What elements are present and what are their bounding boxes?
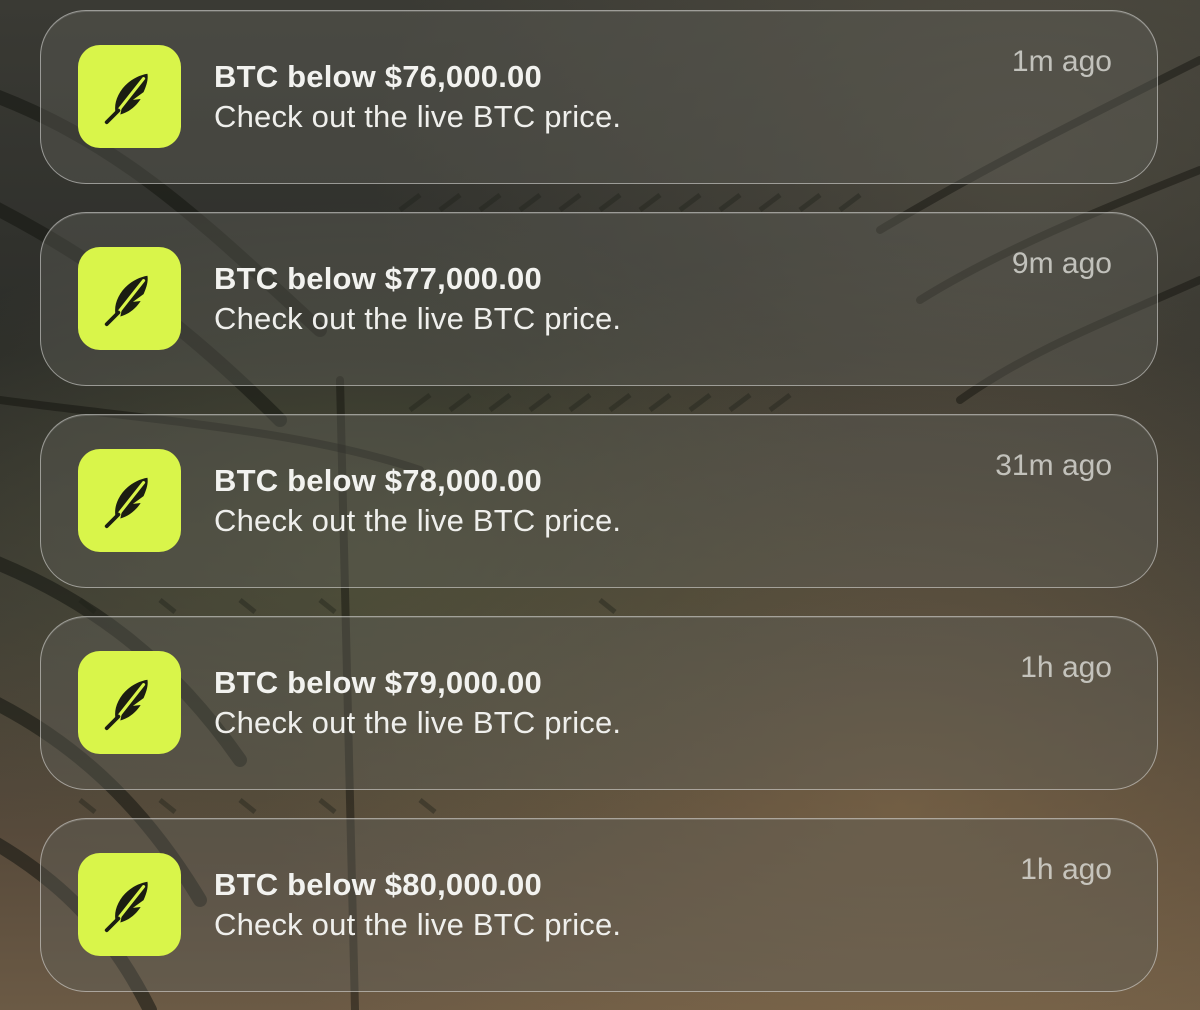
feather-icon [104,679,148,730]
notification-body: Check out the live BTC price. [214,301,622,336]
feather-icon [104,275,148,326]
feather-icon [104,477,148,528]
notification-timestamp: 1h ago [1020,853,1112,886]
notification-title: BTC below $78,000.00 [214,463,542,498]
robinhood-app-icon [78,853,181,956]
notification-title: BTC below $80,000.00 [214,867,542,902]
feather-icon [104,73,148,124]
notification-body: Check out the live BTC price. [214,907,622,942]
notification-timestamp: 9m ago [1011,247,1112,280]
notification-body: Check out the live BTC price. [214,99,622,134]
notification-timestamp: 1m ago [1011,45,1112,78]
notification-timestamp: 1h ago [1020,651,1112,684]
notification-card-1[interactable]: BTC below $76,000.00 Check out the live … [40,10,1158,184]
robinhood-app-icon [78,651,181,754]
notification-timestamp: 31m ago [995,449,1112,482]
notification-title: BTC below $76,000.00 [214,59,542,94]
notification-title: BTC below $79,000.00 [214,665,542,700]
notification-body: Check out the live BTC price. [214,503,622,538]
notification-title: BTC below $77,000.00 [214,261,542,296]
notification-card-2[interactable]: BTC below $77,000.00 Check out the live … [40,212,1158,386]
notification-stack: BTC below $76,000.00 Check out the live … [0,0,1200,1010]
feather-icon [104,881,148,932]
notification-card-5[interactable]: BTC below $80,000.00 Check out the live … [40,818,1158,992]
robinhood-app-icon [78,449,181,552]
notification-card-4[interactable]: BTC below $79,000.00 Check out the live … [40,616,1158,790]
robinhood-app-icon [78,247,181,350]
notification-body: Check out the live BTC price. [214,705,622,740]
notification-card-3[interactable]: BTC below $78,000.00 Check out the live … [40,414,1158,588]
robinhood-app-icon [78,45,181,148]
